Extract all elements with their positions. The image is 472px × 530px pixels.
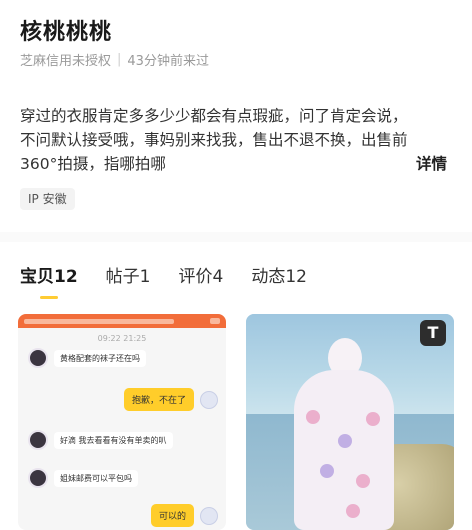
meta-divider: | <box>117 52 122 67</box>
chat-bubble: 可以的 <box>150 504 194 527</box>
chat-message: 可以的 <box>150 504 218 527</box>
item-card-chat-screenshot[interactable]: 09:22 21:25 黄格配套的袜子还在吗 抱歉，不在了 好滴 我去看看有没有… <box>18 314 226 530</box>
chat-bubble: 抱歉，不在了 <box>123 388 194 411</box>
tab-reviews[interactable]: 评价4 <box>179 262 224 287</box>
last-seen: 43分钟前来过 <box>127 54 209 69</box>
avatar <box>200 390 218 409</box>
chat-header-action <box>210 318 220 324</box>
ip-location-tag: IP 安徽 <box>20 188 75 210</box>
chat-bubble: 黄格配套的袜子还在吗 <box>54 349 146 367</box>
bio-detail-link[interactable]: 详情 <box>416 152 447 174</box>
profile-tabs: 宝贝12 帖子1 评价4 动态12 <box>20 262 335 287</box>
tab-posts[interactable]: 帖子1 <box>106 262 151 287</box>
tab-label: 评价 <box>178 267 213 287</box>
tab-count: 12 <box>285 267 307 287</box>
item-card-photo[interactable]: T <box>246 314 454 530</box>
chat-message: 好滴 我去看看有没有单卖的叭 <box>28 430 173 450</box>
avatar <box>28 348 48 368</box>
chat-message: 姐妹邮费可以平包吗 <box>28 468 138 488</box>
tab-items[interactable]: 宝贝12 <box>20 262 78 287</box>
kimono-pattern <box>346 504 360 518</box>
kimono-pattern <box>356 474 370 488</box>
credit-status[interactable]: 芝麻信用未授权 <box>20 50 111 69</box>
figure-kimono <box>294 370 394 530</box>
watermark-logo-icon: T <box>420 320 446 346</box>
tab-count: 12 <box>54 267 78 287</box>
profile-meta: 芝麻信用未授权 | 43分钟前来过 <box>20 50 209 69</box>
tab-activity[interactable]: 动态12 <box>251 262 307 287</box>
tab-count: 1 <box>139 267 151 287</box>
avatar <box>28 468 48 488</box>
avatar <box>28 430 48 450</box>
chat-bubble: 姐妹邮费可以平包吗 <box>54 469 138 487</box>
chat-header-text <box>24 318 174 324</box>
chat-message: 黄格配套的袜子还在吗 <box>28 348 146 368</box>
profile-bio: 穿过的衣服肯定多多少少都会有点瑕疵，问了肯定会说，不问默认接受哦，事妈别来找我，… <box>20 107 408 173</box>
active-tab-indicator <box>40 296 58 299</box>
kimono-pattern <box>306 410 320 424</box>
kimono-pattern <box>320 464 334 478</box>
kimono-pattern <box>366 412 380 426</box>
chat-header-bar <box>18 314 226 328</box>
tab-label: 宝贝 <box>20 267 54 287</box>
avatar <box>200 506 218 525</box>
profile-name: 核桃桃桃 <box>20 20 113 45</box>
chat-message: 抱歉，不在了 <box>123 388 218 411</box>
tab-label: 动态 <box>251 267 286 287</box>
tab-count: 4 <box>212 267 224 287</box>
chat-bubble: 好滴 我去看看有没有单卖的叭 <box>54 431 173 449</box>
kimono-pattern <box>338 434 352 448</box>
section-divider <box>0 232 472 242</box>
tab-label: 帖子 <box>105 267 140 287</box>
chat-timestamp: 09:22 21:25 <box>97 334 147 343</box>
